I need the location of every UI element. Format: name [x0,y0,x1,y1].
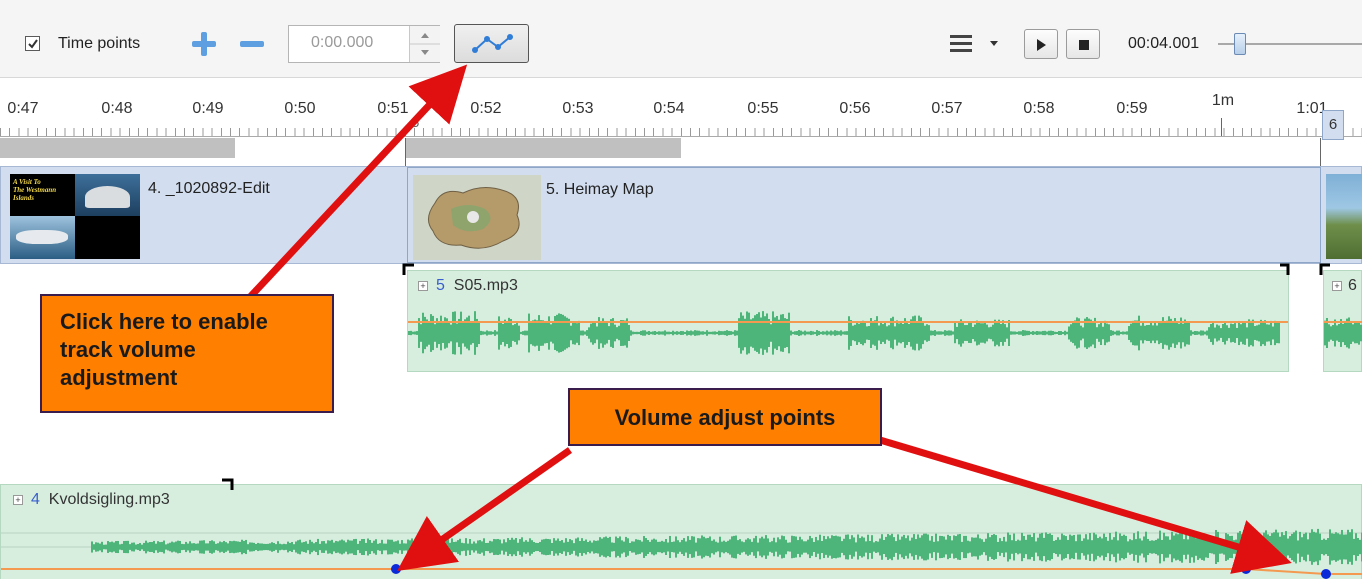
clip-bracket [1319,263,1330,275]
stop-button[interactable] [1066,29,1100,59]
thumbnail-text: A Visit To [13,178,41,186]
thumbnail-credit [75,216,140,259]
clip-bracket [222,478,234,490]
video-clip-label: 4. _1020892-Edit [148,180,270,197]
clip-boundary [405,138,406,166]
ruler-label: 0:48 [101,100,133,117]
ruler-label: 0:50 [284,100,316,117]
remove-time-point-button[interactable] [240,32,264,56]
hamburger-menu-icon [950,35,998,52]
thumbnail-text: Islands [13,194,35,202]
ruler-minor-ticks [0,128,1362,136]
volume-envelope-toggle-button[interactable] [454,24,529,63]
volume-point[interactable] [1241,564,1251,574]
menu-dropdown-button[interactable] [948,32,1008,56]
zoom-slider[interactable] [1218,30,1362,58]
ruler-label: 0:49 [192,100,224,117]
stop-icon [1079,40,1089,50]
ruler-label: 0:56 [839,100,871,117]
callout-volume-points: Volume adjust points [568,388,882,446]
clip-thumbnail: A Visit To The Westmann Islands [10,174,140,259]
time-spinner[interactable] [409,26,440,62]
callout-enable-volume: Click here to enable track volume adjust… [40,294,334,413]
video-clip[interactable]: A Visit To The Westmann Islands 4. _1020… [0,166,405,264]
ruler-label: 0:59 [1116,100,1148,117]
waveform [408,311,1288,355]
video-clip[interactable]: 5. Heimay Map [407,167,1321,263]
time-points-label: Time points [58,35,141,52]
spinner-arrows-icon [410,33,440,55]
volume-point[interactable] [1321,569,1331,579]
thumbnail-text: The Westmann [13,186,57,194]
waveform [1,528,1362,579]
clip-boundary [1320,138,1321,166]
play-icon [1037,39,1046,51]
volume-point[interactable] [391,564,401,574]
waveform-bars [408,311,1280,355]
volume-line [1,568,1362,575]
line-graph-icon [472,34,513,53]
audio-clip[interactable]: + 6 [1323,270,1362,372]
callout-text: Click here to enable track volume adjust… [60,309,268,390]
video-clip-label: 5. Heimay Map [546,181,654,198]
ruler-major-tick [1221,118,1222,136]
ruler-label: 1m [1211,92,1235,109]
waveform-bars [91,528,1362,566]
range-bar [406,138,681,158]
thumbnail-photo [75,174,140,216]
video-clip[interactable] [1322,167,1362,263]
clip-brackets [402,263,1290,275]
time-point-input[interactable]: 0:00.000 [288,25,440,63]
clip-thumbnail [1326,174,1362,259]
range-bar [0,138,235,158]
audio-clip[interactable]: + 4 Kvoldsigling.mp3 [0,484,1362,579]
playback-position-display: 00:04.001 [1128,35,1200,52]
play-button[interactable] [1024,29,1058,59]
checkmark-icon [28,39,38,49]
ruler-label: 0:57 [931,100,963,117]
toolbar: Time points 0:00.000 00:04.001 [0,0,1362,78]
ruler-marker-6[interactable]: 6 [1322,110,1344,140]
time-point-value: 0:00.000 [311,34,374,51]
ruler-label: 0:52 [470,100,502,117]
ruler-label: 0:47 [7,100,39,117]
audio-clip[interactable]: + 5 S05.mp3 [407,270,1289,372]
clip-thumbnail [413,175,541,260]
ruler-label: 0:51 [377,100,409,117]
ruler-label: 0:55 [747,100,779,117]
ruler-label: 0:58 [1023,100,1055,117]
add-time-point-button[interactable] [192,32,216,56]
thumbnail-photo [10,216,75,259]
ruler-label: 0:54 [653,100,685,117]
thumbnail-title-card: A Visit To The Westmann Islands [10,174,75,216]
callout-text: Volume adjust points [614,405,836,430]
zoom-slider-thumb[interactable] [1234,33,1246,55]
map-thumbnail [413,175,541,260]
ruler-baseline [0,136,1362,137]
time-points-checkbox[interactable] [25,36,40,51]
ruler-label: 0:53 [562,100,594,117]
waveform [1324,317,1362,349]
